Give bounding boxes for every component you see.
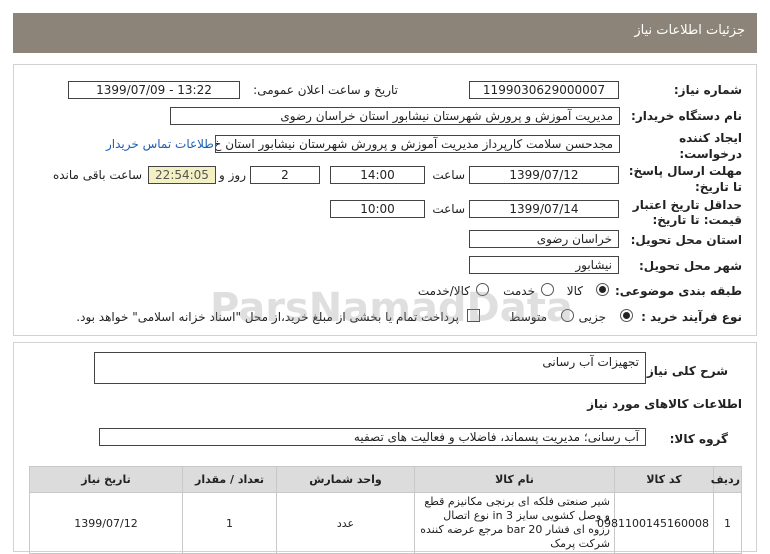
page-header: جزئیات اطلاعات نیاز	[13, 13, 757, 53]
creator-label-2: درخواست:	[679, 147, 742, 161]
announce-date-label: تاریخ و ساعت اعلان عمومی:	[253, 83, 398, 97]
col-header-row-number: ردیف	[711, 466, 742, 493]
validity-label-1: حداقل تاریخ اعتبار	[632, 198, 742, 212]
col-header-code: کد کالا	[614, 466, 714, 493]
goods-table: ردیف کد کالا نام کالا واحد شمارش تعداد /…	[29, 466, 742, 554]
cell-date: 1399/07/12	[29, 492, 183, 554]
table-row: 1 0981100145160008 شیر صنعتی فلکه ای برن…	[29, 492, 742, 554]
remaining-time-field: 22:54:05	[148, 166, 216, 184]
cell-qty: 1	[182, 492, 277, 554]
process-label: نوع فرآیند خرید :	[641, 310, 742, 324]
buyer-label: نام دستگاه خریدار:	[631, 109, 742, 123]
city-field: نیشابور	[469, 256, 619, 274]
cell-code: 0981100145160008	[597, 492, 714, 554]
deadline-label-2: تا تاریخ:	[694, 180, 742, 194]
validity-time-label: ساعت	[432, 202, 465, 216]
process-radio-medium[interactable]	[561, 309, 574, 322]
need-number-label: شماره نیاز:	[673, 83, 742, 97]
province-label: استان محل تحویل:	[630, 233, 742, 247]
goods-group-label: گروه کالا:	[669, 432, 728, 446]
treasury-payment-text: پرداخت تمام یا بخشی از مبلغ خرید،از محل …	[76, 310, 459, 324]
category-option-goods-service: کالا/خدمت	[417, 284, 470, 298]
table-header-row: ردیف کد کالا نام کالا واحد شمارش تعداد /…	[29, 466, 742, 493]
buyer-field: مدیریت آموزش و پرورش شهرستان نیشابور است…	[170, 107, 620, 125]
creator-field: مجدحسن سلامت کارپرداز مدیریت آموزش و پرو…	[215, 135, 620, 153]
page-title: جزئیات اطلاعات نیاز	[634, 23, 745, 38]
creator-label-1: ایجاد کننده	[679, 131, 742, 145]
category-option-service: خدمت	[503, 284, 535, 298]
days-label: روز و	[219, 168, 246, 182]
treasury-payment-checkbox[interactable]	[467, 309, 480, 322]
province-field: خراسان رضوی	[469, 230, 619, 248]
deadline-time-field: 14:00	[330, 166, 425, 184]
deadline-date-field: 1399/07/12	[469, 166, 619, 184]
col-header-name: نام کالا	[414, 466, 615, 493]
col-header-qty: تعداد / مقدار	[182, 466, 277, 493]
category-radio-goods-service[interactable]	[476, 283, 489, 296]
buyer-contact-link[interactable]: اطلاعات تماس خریدار	[106, 137, 217, 151]
validity-date-field: 1399/07/14	[469, 200, 619, 218]
process-option-medium: متوسط	[509, 310, 547, 324]
cell-row-number: 1	[713, 492, 742, 554]
col-header-unit: واحد شمارش	[276, 466, 415, 493]
days-field: 2	[250, 166, 320, 184]
goods-group-field: آب رسانی؛ مدیریت پسماند، فاضلاب و فعالیت…	[99, 428, 646, 446]
goods-info-title: اطلاعات کالاهای مورد نیاز	[587, 397, 742, 411]
validity-label-2: قیمت: تا تاریخ:	[652, 213, 742, 227]
cell-name: شیر صنعتی فلکه ای برنجی مکانیزم قطع و وص…	[414, 492, 615, 554]
remaining-time-label: ساعت باقی مانده	[52, 168, 142, 182]
need-number-field: 1199030629000007	[469, 81, 619, 99]
category-label: طبقه بندی موضوعی:	[614, 284, 742, 298]
announce-date-field: 1399/07/09 - 13:22	[68, 81, 240, 99]
category-radio-service[interactable]	[541, 283, 554, 296]
validity-time-field: 10:00	[330, 200, 425, 218]
summary-field: تجهیزات آب رسانی	[94, 352, 646, 384]
deadline-time-label: ساعت	[432, 168, 465, 182]
summary-label: شرح کلی نیاز:	[642, 364, 728, 378]
deadline-label-1: مهلت ارسال پاسخ:	[628, 164, 742, 178]
cell-unit: عدد	[276, 492, 415, 554]
city-label: شهر محل تحویل:	[638, 259, 742, 273]
col-header-date: تاریخ نیاز	[29, 466, 183, 493]
process-option-minor: جزیی	[578, 310, 606, 324]
category-radio-goods[interactable]	[596, 283, 609, 296]
process-radio-minor[interactable]	[620, 309, 633, 322]
category-option-goods: کالا	[566, 284, 583, 298]
